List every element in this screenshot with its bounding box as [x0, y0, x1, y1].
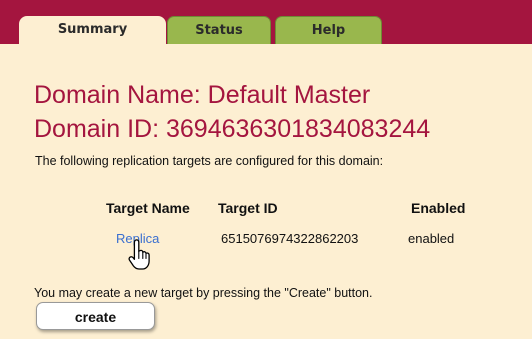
tab-summary[interactable]: Summary [19, 16, 166, 46]
intro-text: The following replication targets are co… [35, 154, 384, 168]
page: Summary Status Help Domain Name: Default… [0, 0, 532, 339]
column-header-enabled: Enabled [411, 200, 466, 216]
target-enabled-cell: enabled [408, 231, 455, 246]
column-header-target-id: Target ID [218, 200, 278, 216]
hand-pointer-icon [128, 239, 150, 270]
column-header-target-name: Target Name [106, 200, 190, 216]
domain-id-heading: Domain ID: 3694636301834083244 [34, 115, 431, 143]
tab-help[interactable]: Help [275, 16, 382, 44]
tab-bar: Summary Status Help [0, 0, 532, 46]
tab-status[interactable]: Status [167, 16, 271, 44]
target-id-cell: 6515076974322862203 [221, 231, 359, 246]
create-button[interactable]: create [36, 302, 155, 330]
create-note: You may create a new target by pressing … [34, 286, 373, 300]
domain-name-heading: Domain Name: Default Master [34, 81, 371, 109]
